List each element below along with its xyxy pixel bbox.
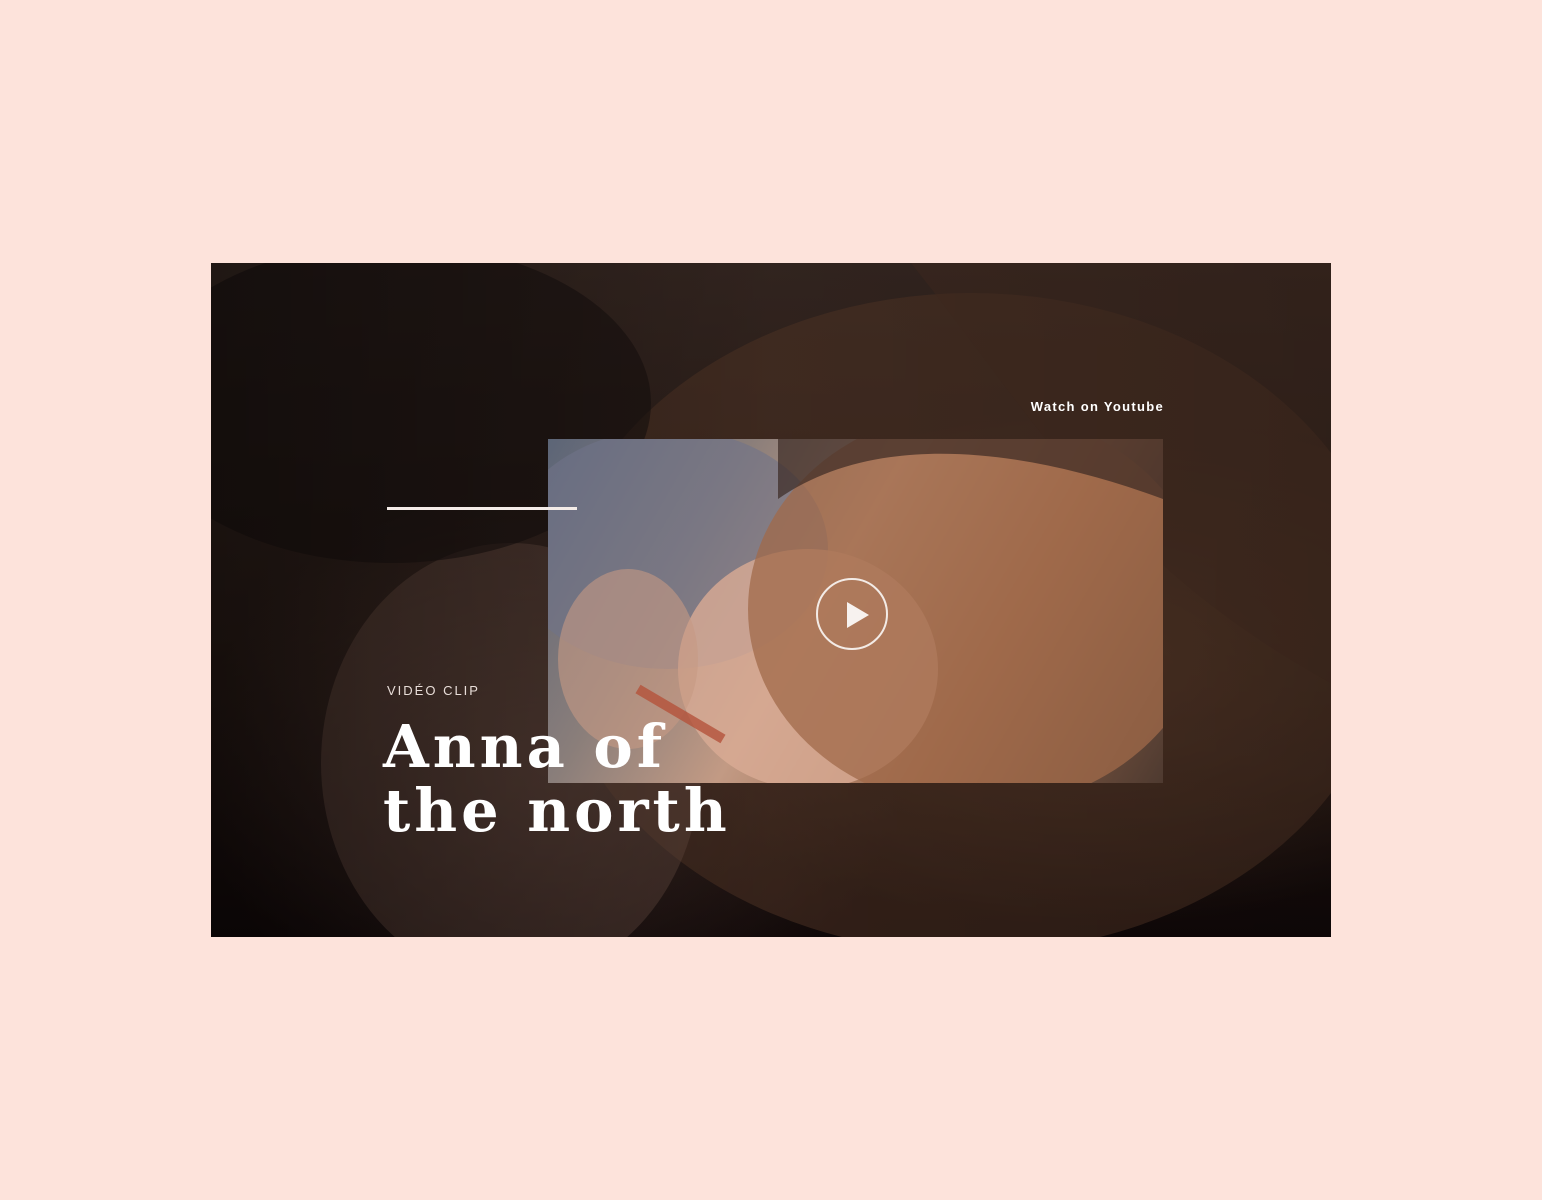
video-clip-kicker: VIDÉO CLIP: [387, 683, 480, 698]
play-circle-icon[interactable]: [816, 578, 888, 650]
accent-rule: [387, 507, 577, 510]
video-hero-card: Watch on Youtube VIDÉO CLIP Anna of the …: [211, 263, 1331, 937]
hero-title: Anna of the north: [383, 712, 731, 845]
watch-on-youtube-link[interactable]: Watch on Youtube: [1031, 399, 1164, 414]
